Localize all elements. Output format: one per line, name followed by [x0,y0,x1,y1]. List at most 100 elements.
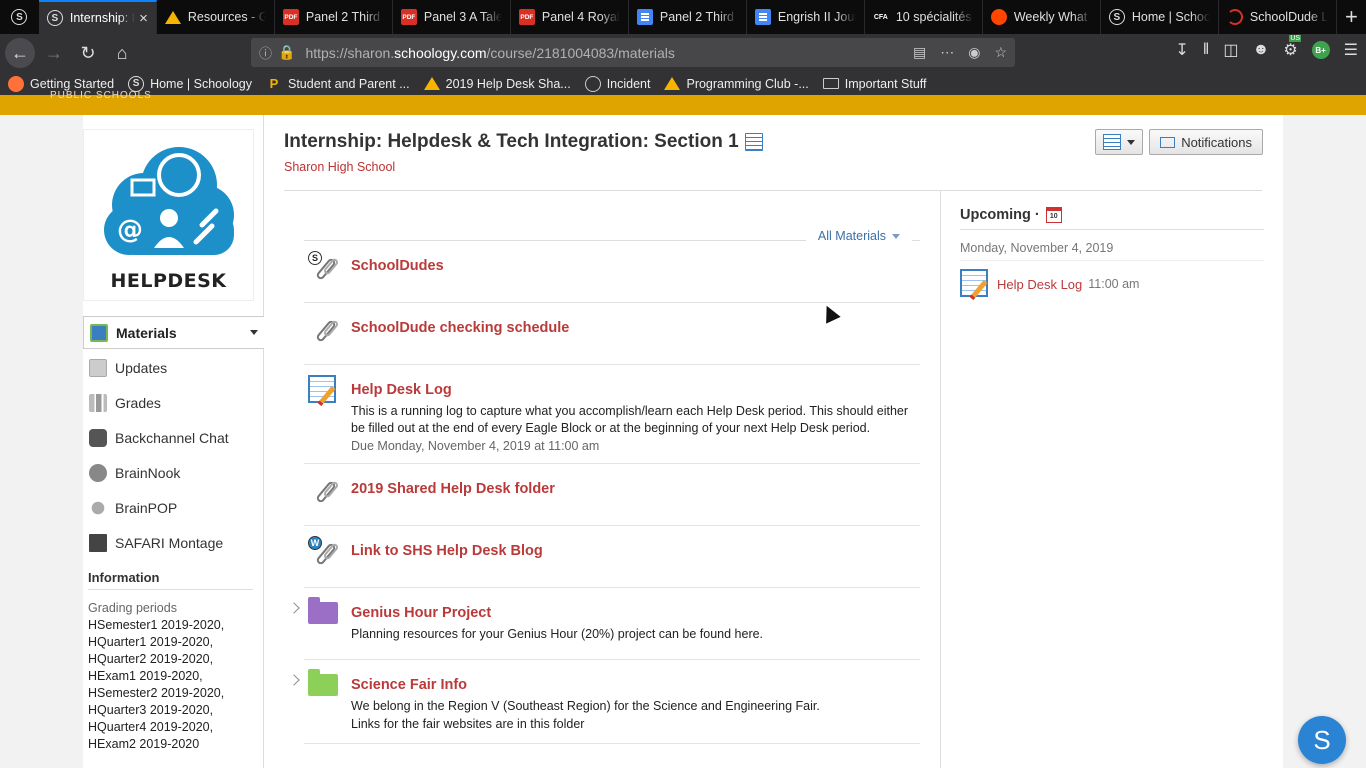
tab-label: Internship: Helpdesk & Tech Integration [69,11,135,25]
calendar-icon[interactable]: 10 [1045,207,1062,223]
sidebar-item-materials[interactable]: Materials [83,316,264,349]
schoology-help-button[interactable]: S [1298,716,1346,764]
material-item: Science Fair Info We belong in the Region… [288,660,920,744]
sidebar-item-updates[interactable]: Updates [83,350,264,385]
link-icon: S [308,251,340,283]
upcoming-item: Help Desk Log 11:00 am [960,269,1139,301]
sidebar-item-grades[interactable]: Grades [83,385,264,420]
tab-label: Engrish II Journal [777,10,856,24]
download-icon[interactable]: ↧ [1175,40,1188,60]
forward-button[interactable]: → [39,38,69,68]
sidebar-item-chat[interactable]: Backchannel Chat [83,420,264,455]
extension-grade-icon[interactable]: B+ [1311,41,1330,59]
sidebar-icon[interactable]: ◫ [1223,40,1238,60]
tab-label: 10 spécialités [895,10,972,24]
material-title-link[interactable]: Science Fair Info [351,675,920,695]
envelope-icon [1160,136,1176,148]
course-book-icon [1103,134,1122,150]
bookmark-item[interactable]: P Student and Parent ... [266,76,410,92]
upcoming-item-link[interactable]: Help Desk Log [997,277,1082,292]
home-button[interactable]: ⌂ [107,38,137,68]
link-icon [308,474,340,506]
browser-tab[interactable]: Engrish II Journal [747,0,865,34]
new-tab-button[interactable]: + [1337,0,1366,34]
browser-tab[interactable]: S Internship: Helpdesk & Tech Integration… [38,0,157,34]
grading-period: HQuarter2 2019-2020, [88,652,214,666]
sidebar-item-brainnook[interactable]: BrainNook [83,455,264,490]
information-heading: Information [88,570,253,590]
browser-tab[interactable]: PDF Panel 4 Royals [511,0,629,34]
caret-down-icon [892,233,900,239]
bookmark-label: Home | Schoology [150,76,252,91]
schoology-icon: S [1108,9,1125,25]
browser-tab[interactable]: PDF Panel 3 A Tale [393,0,511,34]
chevron-down-icon[interactable] [250,330,258,335]
back-button[interactable]: ← [5,38,35,68]
pdf-icon: PDF [518,9,535,25]
sidebar-item-brainpop[interactable]: BrainPOP [83,490,264,525]
reader-view-icon[interactable]: ▤ [913,44,926,61]
info-icon[interactable]: ⓘ [259,43,272,62]
page-actions-icon[interactable]: ⋯ [940,44,954,61]
firefox-icon [8,75,24,92]
brainpop-icon [91,501,105,514]
close-tab-icon[interactable]: × [139,10,148,27]
notifications-button[interactable]: Notifications [1149,129,1263,155]
sidebar-item-label: BrainPOP [115,499,178,516]
school-link[interactable]: Sharon High School [284,160,395,174]
bookmark-item[interactable]: Important Stuff [822,77,927,91]
upcoming-date: Monday, November 4, 2019 [960,241,1264,261]
extension-us-icon[interactable]: ⚙ US [1283,35,1302,60]
sidebar-item-label: BrainNook [115,464,181,481]
parent-portal-icon: P [269,76,279,91]
grading-period: HQuarter1 2019-2020, [88,635,214,649]
course-profile-icon[interactable] [744,133,763,151]
reload-button[interactable]: ↻ [73,38,103,68]
material-title-link[interactable]: Help Desk Log [351,380,920,400]
account-icon[interactable]: ☻ [1252,41,1269,59]
materials-icon [90,323,108,342]
google-docs-icon [754,9,771,25]
firefox-menu-icon[interactable]: S [0,0,39,34]
material-title-link[interactable]: Genius Hour Project [351,603,920,623]
pdf-icon: PDF [400,9,417,25]
material-title-link[interactable]: 2019 Shared Help Desk folder [351,479,920,499]
grading-period: HQuarter3 2019-2020, [88,703,214,717]
url-bar[interactable]: ⓘ 🔒 https://sharon.schoology.com/course/… [251,38,1015,67]
folder-icon [308,669,340,702]
link-icon [308,313,340,345]
chevron-right-icon[interactable] [288,602,300,614]
material-title-link[interactable]: SchoolDudes [351,256,920,276]
chevron-right-icon[interactable] [288,674,300,686]
course-sidebar: @ HELPDESK Materials Updates Grades Backcha… [83,115,264,768]
bookmark-item[interactable]: Programming Club -... [664,77,809,91]
sidebar-item-label: SAFARI Montage [115,534,224,551]
bookmark-star-icon[interactable]: ☆ [994,44,1007,61]
material-title-link[interactable]: Link to SHS Help Desk Blog [351,541,920,561]
tab-label: Resources - Google Drive [187,10,266,24]
course-page: @ HELPDESK Materials Updates Grades Backcha… [83,115,1283,768]
browser-tab[interactable]: Panel 2 Third Reich [629,0,747,34]
logo-text: HELPDESK [110,270,227,292]
grading-period: HExam2 2019-2020 [88,737,200,751]
browser-tab[interactable]: PDF Panel 2 Third Reich [275,0,393,34]
sidebar-item-safari-montage[interactable]: SAFARI Montage [83,525,264,560]
library-icon[interactable]: ‖ [1203,41,1210,59]
browser-tab[interactable]: Resources - Google Drive [157,0,275,34]
menu-icon[interactable]: ☰ [1344,40,1358,60]
pocket-icon[interactable]: ◉ [968,44,980,61]
browser-tab[interactable]: CFA 10 spécialités [865,0,983,34]
tab-label: Weekly What [1013,10,1088,24]
course-logo: @ HELPDESK [84,130,253,300]
link-icon: W [308,536,340,568]
bookmark-item[interactable]: 2019 Help Desk Sha... [423,77,571,91]
course-options-dropdown[interactable] [1095,129,1144,155]
browser-tab[interactable]: S Home | Schoology [1101,0,1219,34]
browser-tab[interactable]: SchoolDude Login [1219,0,1337,34]
material-title-link[interactable]: SchoolDude checking schedule [351,318,920,338]
bookmark-item[interactable]: Incident [584,75,650,92]
browser-tab[interactable]: Weekly What [983,0,1101,34]
schoology-icon: S [11,9,28,25]
assignment-icon [308,375,340,407]
site-header: PUBLIC SCHOOLS [0,90,1366,115]
